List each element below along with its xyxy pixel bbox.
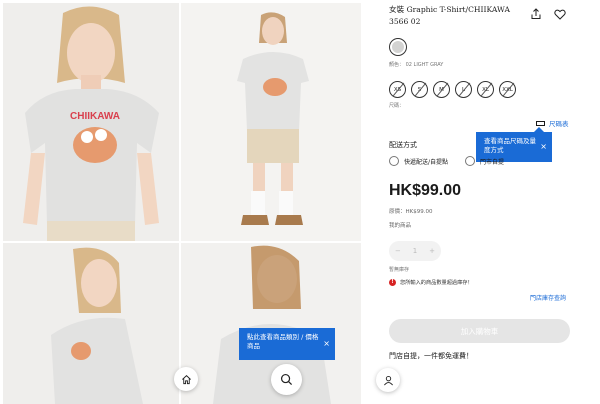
color-label: 顏色： 02 LIGHT GRAY xyxy=(389,62,444,68)
warning-icon: ! xyxy=(389,279,396,286)
close-icon[interactable]: × xyxy=(323,339,330,349)
size-chart-label: 尺碼表 xyxy=(549,120,569,128)
model-side-view-image xyxy=(3,243,179,404)
share-icon[interactable] xyxy=(530,8,542,20)
photo-hint-text: 點此查看商品類別 / 價格商品 xyxy=(247,333,319,350)
quantity-increase-button[interactable]: + xyxy=(429,247,435,255)
radio-button[interactable] xyxy=(465,156,475,166)
radio-button[interactable] xyxy=(389,156,399,166)
delivery-option-courier[interactable]: 快遞配送/自提點 xyxy=(389,156,448,166)
add-to-cart-button[interactable]: 加入購物車 xyxy=(389,319,570,343)
size-option-l[interactable]: L xyxy=(455,81,472,98)
pickup-note: 門店自提，一件都免運費！ xyxy=(389,352,473,360)
points-label: 我的商品 xyxy=(389,223,412,229)
stock-warning-text: 您所輸入的商品數量超過庫存！ xyxy=(400,280,473,286)
user-icon xyxy=(383,375,393,385)
delivery-option-label: 門市自提 xyxy=(480,158,505,166)
heart-icon[interactable] xyxy=(554,9,566,20)
product-photo-front[interactable]: CHIIKAWA xyxy=(3,3,179,241)
account-button[interactable] xyxy=(376,368,400,392)
stock-status: 暫無庫存 xyxy=(389,267,410,273)
color-swatch-light-gray[interactable] xyxy=(389,38,407,56)
delivery-option-label: 快遞配送/自提點 xyxy=(404,158,449,166)
model-front-closeup-image: CHIIKAWA xyxy=(3,3,179,241)
size-label: 尺碼： xyxy=(389,103,405,109)
svg-text:CHIIKAWA: CHIIKAWA xyxy=(70,111,120,122)
product-photo-full-body[interactable] xyxy=(181,3,361,241)
size-option-xs[interactable]: XS xyxy=(389,81,406,98)
quantity-decrease-button[interactable]: − xyxy=(395,247,401,255)
home-button[interactable] xyxy=(174,367,198,391)
size-selector: XS S M L XL XXL xyxy=(389,81,516,98)
stock-warning: ! 您所輸入的商品數量超過庫存！ xyxy=(389,279,473,286)
size-option-m[interactable]: M xyxy=(433,81,450,98)
store-stock-link[interactable]: 門店庫存查詢 xyxy=(530,293,566,302)
quantity-stepper: − 1 + xyxy=(389,241,441,261)
product-price: HK$99.00 xyxy=(389,182,462,199)
delivery-option-store-pickup[interactable]: 門市自提 xyxy=(465,156,504,166)
size-option-xxl[interactable]: XXL xyxy=(499,81,516,98)
search-icon xyxy=(280,373,293,386)
model-full-body-image xyxy=(181,3,361,241)
search-button[interactable] xyxy=(271,364,302,395)
size-tooltip-text: 查看商品尺碼及量度方式 xyxy=(484,137,536,154)
product-title: 女裝 Graphic T-Shirt/CHIIKAWA 3566 02 xyxy=(389,5,510,26)
quantity-value: 1 xyxy=(412,247,418,255)
close-icon[interactable]: × xyxy=(540,142,547,152)
size-option-xl[interactable]: XL xyxy=(477,81,494,98)
ruler-icon xyxy=(536,120,545,126)
size-option-s[interactable]: S xyxy=(411,81,428,98)
photo-hint-tooltip: 點此查看商品類別 / 價格商品 × xyxy=(239,328,335,360)
original-price: 原價：HK$99.00 xyxy=(389,209,433,215)
product-photo-side[interactable] xyxy=(3,243,179,404)
home-icon xyxy=(181,374,191,384)
delivery-method-label: 配送方式 xyxy=(389,141,417,149)
